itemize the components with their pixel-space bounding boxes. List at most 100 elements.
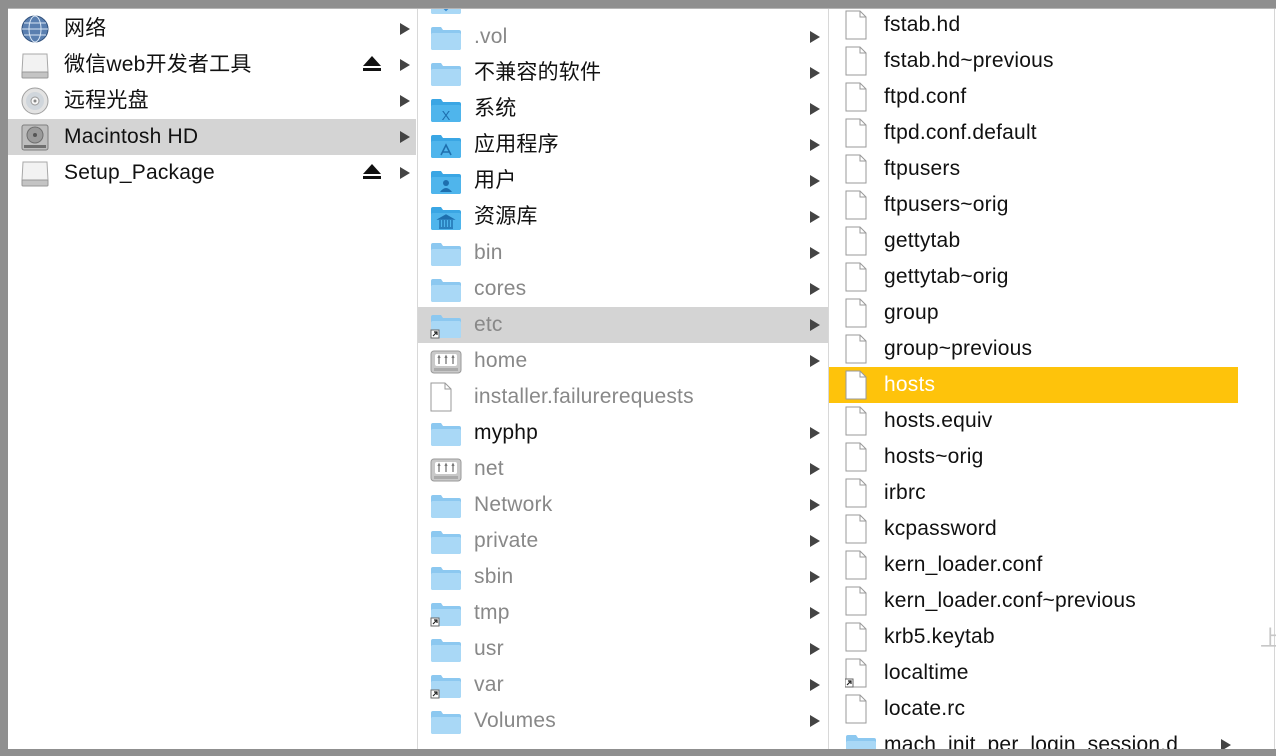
- folder-icon: [430, 271, 462, 307]
- location-item-label: 网络: [64, 17, 107, 40]
- document-alias-icon: [845, 655, 877, 691]
- root-item-3[interactable]: X 系统: [418, 91, 828, 127]
- root-item-4[interactable]: 应用程序: [418, 127, 828, 163]
- disclosure-arrow-icon: [810, 463, 820, 475]
- document-icon: [845, 223, 877, 259]
- document-icon: [845, 79, 877, 115]
- etc-item-3[interactable]: ftpd.conf.default: [829, 115, 1239, 151]
- root-item-1[interactable]: .vol: [418, 19, 828, 55]
- location-item-1[interactable]: 微信web开发者工具: [8, 47, 416, 83]
- disclosure-arrow-icon: [810, 571, 820, 583]
- eject-icon[interactable]: [363, 56, 381, 72]
- etc-item-label: mach_init_per_login_session.d: [884, 733, 1179, 749]
- column-root[interactable]: .Trashes .vol 不兼容的软件 X 系统应用程序用户资源库 bin cores et…: [417, 9, 828, 749]
- root-item-11[interactable]: installer.failurerequests: [418, 379, 828, 415]
- etc-item-11[interactable]: hosts.equiv: [829, 403, 1239, 439]
- finder-column-browser: 网络微信web开发者工具 远程光盘 Macintosh HD Setup_Packag…: [8, 8, 1276, 749]
- etc-item-label: ftpusers~orig: [884, 193, 1009, 216]
- document-icon: [845, 331, 877, 367]
- disclosure-arrow-icon: [400, 167, 410, 179]
- etc-item-label: localtime: [884, 661, 969, 684]
- etc-item-5[interactable]: ftpusers~orig: [829, 187, 1239, 223]
- root-item-7[interactable]: bin: [418, 235, 828, 271]
- root-item-label: private: [474, 529, 539, 552]
- document-icon: [845, 115, 877, 151]
- root-item-2[interactable]: 不兼容的软件: [418, 55, 828, 91]
- etc-item-20[interactable]: mach_init_per_login_session.d: [829, 727, 1239, 749]
- document-icon: [845, 619, 877, 655]
- etc-item-12[interactable]: hosts~orig: [829, 439, 1239, 475]
- root-item-9[interactable]: etc: [418, 307, 828, 343]
- disclosure-arrow-icon: [810, 247, 820, 259]
- root-item-6[interactable]: 资源库: [418, 199, 828, 235]
- etc-item-10[interactable]: hosts: [829, 367, 1239, 403]
- disclosure-arrow-icon: [810, 319, 820, 331]
- root-item-13[interactable]: net: [418, 451, 828, 487]
- etc-item-17[interactable]: krb5.keytab: [829, 619, 1239, 655]
- applications-folder-icon: [430, 127, 462, 163]
- disclosure-arrow-icon: [810, 211, 820, 223]
- location-item-2[interactable]: 远程光盘: [8, 83, 416, 119]
- root-item-16[interactable]: sbin: [418, 559, 828, 595]
- root-item-20[interactable]: Volumes: [418, 703, 828, 739]
- location-item-0[interactable]: 网络: [8, 11, 416, 47]
- etc-item-4[interactable]: ftpusers: [829, 151, 1239, 187]
- etc-item-13[interactable]: irbrc: [829, 475, 1239, 511]
- root-item-17[interactable]: tmp: [418, 595, 828, 631]
- etc-item-label: gettytab: [884, 229, 961, 252]
- root-item-14[interactable]: Network: [418, 487, 828, 523]
- etc-item-19[interactable]: locate.rc: [829, 691, 1239, 727]
- external-drive-icon: [20, 47, 52, 83]
- etc-item-label: krb5.keytab: [884, 625, 995, 648]
- column-locations[interactable]: 网络微信web开发者工具 远程光盘 Macintosh HD Setup_Packag…: [8, 9, 416, 749]
- etc-item-15[interactable]: kern_loader.conf: [829, 547, 1239, 583]
- location-item-label: 远程光盘: [64, 89, 149, 112]
- disclosure-arrow-icon: [810, 139, 820, 151]
- root-item-label: 资源库: [474, 205, 538, 228]
- optical-disc-icon: [20, 83, 52, 119]
- root-item-label: 应用程序: [474, 133, 559, 156]
- root-item-18[interactable]: usr: [418, 631, 828, 667]
- root-item-label: home: [474, 349, 528, 372]
- root-item-10[interactable]: home: [418, 343, 828, 379]
- etc-item-0[interactable]: fstab.hd: [829, 9, 1239, 43]
- root-item-19[interactable]: var: [418, 667, 828, 703]
- root-item-12[interactable]: myphp: [418, 415, 828, 451]
- folder-icon: [430, 487, 462, 523]
- disclosure-arrow-icon: [810, 535, 820, 547]
- disclosure-arrow-icon: [810, 679, 820, 691]
- root-item-label: sbin: [474, 565, 514, 588]
- location-item-3[interactable]: Macintosh HD: [8, 119, 416, 155]
- etc-item-18[interactable]: localtime: [829, 655, 1239, 691]
- users-folder-icon: [430, 163, 462, 199]
- folder-icon: [430, 55, 462, 91]
- root-item-label: .vol: [474, 25, 508, 48]
- etc-item-7[interactable]: gettytab~orig: [829, 259, 1239, 295]
- root-item-8[interactable]: cores: [418, 271, 828, 307]
- root-item-0[interactable]: .Trashes: [418, 9, 828, 19]
- next-column-edge: 上: [1238, 9, 1276, 749]
- etc-item-8[interactable]: group: [829, 295, 1239, 331]
- document-icon: [845, 187, 877, 223]
- document-icon: [845, 295, 877, 331]
- root-item-5[interactable]: 用户: [418, 163, 828, 199]
- location-item-4[interactable]: Setup_Package: [8, 155, 416, 191]
- etc-item-16[interactable]: kern_loader.conf~previous: [829, 583, 1239, 619]
- etc-item-label: ftpd.conf: [884, 85, 967, 108]
- etc-item-1[interactable]: fstab.hd~previous: [829, 43, 1239, 79]
- disclosure-arrow-icon: [810, 499, 820, 511]
- etc-item-6[interactable]: gettytab: [829, 223, 1239, 259]
- etc-item-14[interactable]: kcpassword: [829, 511, 1239, 547]
- root-item-label: net: [474, 457, 504, 480]
- etc-item-2[interactable]: ftpd.conf: [829, 79, 1239, 115]
- disclosure-arrow-icon: [810, 175, 820, 187]
- disclosure-arrow-icon: [810, 283, 820, 295]
- location-item-label: 微信web开发者工具: [64, 53, 252, 76]
- root-item-label: Volumes: [474, 709, 556, 732]
- root-item-15[interactable]: private: [418, 523, 828, 559]
- etc-item-9[interactable]: group~previous: [829, 331, 1239, 367]
- etc-item-label: locate.rc: [884, 697, 966, 720]
- column-etc[interactable]: fstab.hd fstab.hd~previous ftpd.conf ftpd.c…: [828, 9, 1239, 749]
- eject-icon[interactable]: [363, 164, 381, 180]
- folder-icon: [430, 19, 462, 55]
